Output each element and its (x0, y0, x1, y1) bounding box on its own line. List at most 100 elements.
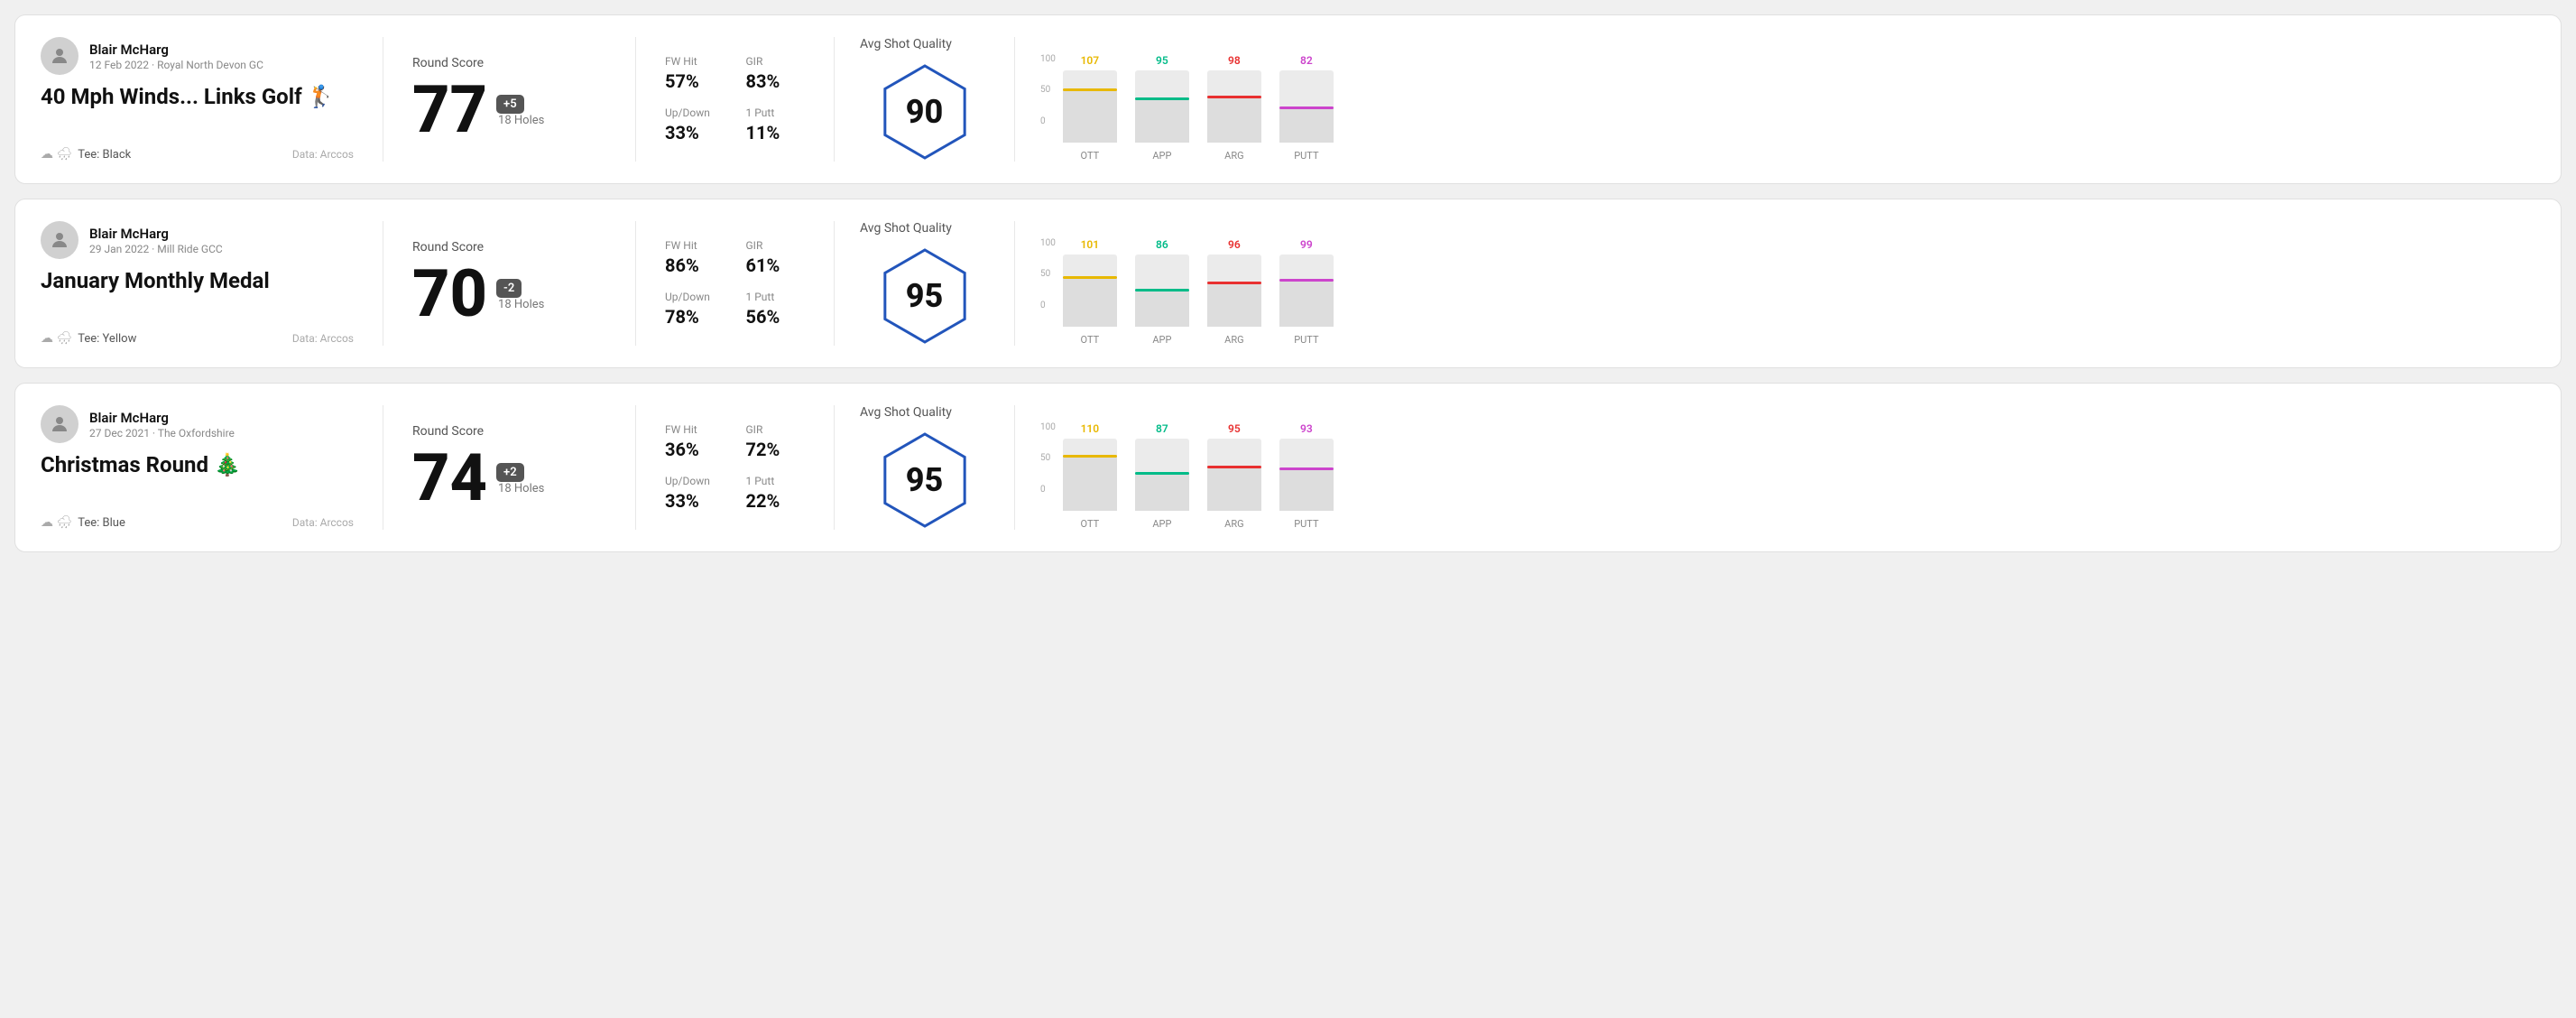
bar-fill-3-4 (1279, 467, 1334, 511)
bar-accent-line-2-4 (1279, 279, 1334, 282)
quality-label-1: Avg Shot Quality (860, 37, 952, 51)
left-section-2: Blair McHarg 29 Jan 2022 · Mill Ride GCC… (41, 221, 383, 346)
score-row-2: 70 -2 18 Holes (412, 262, 606, 327)
y-axis-bot-3: 0 (1040, 485, 1056, 495)
data-source-2: Data: Arccos (292, 332, 354, 345)
round-card-3: Blair McHarg 27 Dec 2021 · The Oxfordshi… (14, 383, 2562, 552)
quality-section-2: Avg Shot Quality 95 (835, 221, 1015, 346)
data-source-1: Data: Arccos (292, 148, 354, 161)
player-header-1: Blair McHarg 12 Feb 2022 · Royal North D… (41, 37, 354, 75)
stat-label-2-2: GIR (746, 239, 806, 252)
card-footer-2: ☁ 🌧 Tee: Yellow Data: Arccos (41, 331, 354, 346)
bar-accent-line-3-2 (1135, 472, 1189, 475)
quality-section-1: Avg Shot Quality 90 (835, 37, 1015, 162)
bar-group-3-2: 87 APP (1135, 422, 1189, 530)
bar-label-3-4: PUTT (1294, 518, 1318, 530)
round-title-2: January Monthly Medal (41, 268, 354, 294)
stat-value-2-3: 78% (665, 306, 725, 328)
bar-container-2-1 (1063, 255, 1117, 327)
bar-value-3-1: 110 (1081, 422, 1100, 435)
bar-fill-1-3 (1207, 96, 1261, 143)
stat-label-2-1: FW Hit (665, 239, 725, 252)
stat-value-1-1: 57% (665, 70, 725, 92)
weather-icon-3: ☁ 🌧 (41, 515, 72, 530)
middle-section-3: Round Score 74 +2 18 Holes (383, 405, 636, 530)
bar-label-2-1: OTT (1081, 334, 1100, 346)
bar-group-3-3: 95 ARG (1207, 422, 1261, 530)
bar-label-2-2: APP (1152, 334, 1171, 346)
round-title-1: 40 Mph Winds... Links Golf 🏌️ (41, 84, 354, 110)
bar-fill-1-4 (1279, 106, 1334, 143)
stat-value-3-2: 72% (746, 439, 806, 460)
bar-container-3-1 (1063, 439, 1117, 511)
stat-item-1-1: FW Hit 57% (665, 55, 725, 92)
stats-grid-1: FW Hit 57% GIR 83% Up/Down 33% 1 Pu (665, 55, 805, 143)
bar-label-1-1: OTT (1081, 150, 1100, 162)
bar-group-1-4: 82 PUTT (1279, 54, 1334, 162)
bar-value-3-4: 93 (1300, 422, 1313, 435)
bar-label-1-3: ARG (1224, 150, 1243, 162)
hexagon-container-2: 95 (875, 246, 974, 346)
bar-fill-2-4 (1279, 279, 1334, 327)
bar-value-1-3: 98 (1228, 54, 1241, 67)
bar-fill-3-2 (1135, 472, 1189, 511)
bars-row-2: 101 OTT 86 APP 96 (1063, 222, 1334, 346)
stat-label-2-3: Up/Down (665, 291, 725, 303)
stat-item-3-2: GIR 72% (746, 423, 806, 460)
bar-accent-line-2-2 (1135, 289, 1189, 292)
bar-accent-line-3-4 (1279, 467, 1334, 470)
middle-section-2: Round Score 70 -2 18 Holes (383, 221, 636, 346)
quality-section-3: Avg Shot Quality 95 (835, 405, 1015, 530)
y-axis-top-3: 100 (1040, 422, 1056, 432)
holes-label-1: 18 Holes (498, 114, 544, 127)
stat-label-3-1: FW Hit (665, 423, 725, 436)
bar-accent-line-1-2 (1135, 97, 1189, 100)
stat-item-2-4: 1 Putt 56% (746, 291, 806, 328)
bars-row-1: 107 OTT 95 APP 98 (1063, 38, 1334, 162)
bar-value-3-2: 87 (1156, 422, 1168, 435)
stat-value-1-4: 11% (746, 122, 806, 143)
bar-fill-1-2 (1135, 97, 1189, 143)
stat-item-2-1: FW Hit 86% (665, 239, 725, 276)
quality-label-3: Avg Shot Quality (860, 405, 952, 420)
stats-grid-2: FW Hit 86% GIR 61% Up/Down 78% 1 Pu (665, 239, 805, 328)
bar-value-1-2: 95 (1156, 54, 1168, 67)
stat-item-2-3: Up/Down 78% (665, 291, 725, 328)
bar-accent-line-2-1 (1063, 276, 1117, 279)
y-axis-mid-2: 50 (1040, 269, 1056, 279)
weather-icon-1: ☁ 🌧 (41, 147, 72, 162)
card-footer-3: ☁ 🌧 Tee: Blue Data: Arccos (41, 515, 354, 530)
bar-container-1-2 (1135, 70, 1189, 143)
round-score-label-1: Round Score (412, 56, 606, 70)
chart-section-2: 100 50 0 101 OTT 86 (1015, 221, 2535, 346)
hexagon-container-1: 90 (875, 62, 974, 162)
bar-container-2-3 (1207, 255, 1261, 327)
bar-container-2-4 (1279, 255, 1334, 327)
bar-fill-3-1 (1063, 455, 1117, 511)
bar-fill-2-2 (1135, 289, 1189, 327)
stat-value-3-1: 36% (665, 439, 725, 460)
bar-value-2-1: 101 (1081, 238, 1100, 251)
bar-label-1-2: APP (1152, 150, 1171, 162)
hexagon-score-3: 95 (906, 461, 944, 499)
bar-group-1-2: 95 APP (1135, 54, 1189, 162)
chart-section-3: 100 50 0 110 OTT 87 (1015, 405, 2535, 530)
tee-label-3: Tee: Blue (78, 516, 125, 530)
round-title-3: Christmas Round 🎄 (41, 452, 354, 478)
stat-label-1-2: GIR (746, 55, 806, 68)
score-big-2: 70 (412, 262, 487, 327)
score-row-1: 77 +5 18 Holes (412, 78, 606, 143)
bar-label-3-2: APP (1152, 518, 1171, 530)
stats-section-3: FW Hit 36% GIR 72% Up/Down 33% 1 Pu (636, 405, 835, 530)
avatar-1 (41, 37, 78, 75)
stat-item-1-3: Up/Down 33% (665, 106, 725, 143)
stats-section-1: FW Hit 57% GIR 83% Up/Down 33% 1 Pu (636, 37, 835, 162)
bar-label-2-3: ARG (1224, 334, 1243, 346)
stat-label-3-3: Up/Down (665, 475, 725, 487)
bar-value-2-2: 86 (1156, 238, 1168, 251)
left-section-1: Blair McHarg 12 Feb 2022 · Royal North D… (41, 37, 383, 162)
stat-value-2-1: 86% (665, 255, 725, 276)
bar-container-2-2 (1135, 255, 1189, 327)
chart-section-1: 100 50 0 107 OTT 95 (1015, 37, 2535, 162)
tee-label-2: Tee: Yellow (78, 332, 136, 346)
